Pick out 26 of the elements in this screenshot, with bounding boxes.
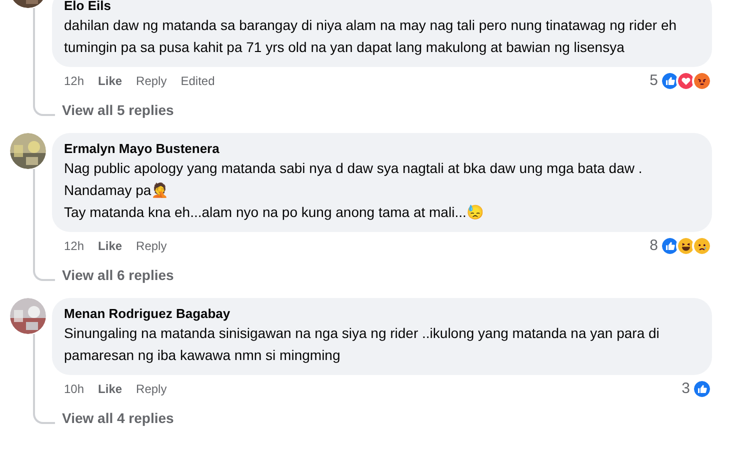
thumbs-up-icon	[692, 379, 712, 399]
author-name[interactable]: Ermalyn Mayo Bustenera	[64, 141, 220, 157]
reply-link[interactable]: Reply	[136, 72, 167, 90]
view-replies-link[interactable]: View all 6 replies	[62, 264, 174, 286]
author-name[interactable]: Menan Rodriguez Bagabay	[64, 306, 230, 322]
view-replies-link[interactable]: View all 5 replies	[62, 100, 174, 120]
comment-time[interactable]: 10h	[64, 380, 84, 398]
comment-time[interactable]: 12h	[64, 237, 84, 255]
reply-link[interactable]: Reply	[136, 380, 167, 398]
reaction-count[interactable]: 5	[650, 70, 658, 92]
reaction-count[interactable]: 8	[650, 234, 658, 258]
comment-text: Sinungaling na matanda sinisigawan na nga siya ng rider ..ikulong yang matanda na yan para di pamaresan ng iba kawawa nmn si mingming	[64, 324, 660, 365]
angry-face-icon	[692, 71, 712, 91]
comment-text: Tay matanda kna eh...alam nyo na po kung anong tama at mali...😓	[64, 203, 484, 222]
reply-link[interactable]: Reply	[136, 237, 167, 255]
like-link[interactable]: Like	[98, 237, 122, 255]
reaction-count[interactable]: 3	[682, 378, 690, 400]
sad-face-icon	[692, 236, 712, 256]
comment-time[interactable]: 12h	[64, 72, 84, 90]
comment-text: Nag public apology yang matanda sabi nya d daw sya nagtali at bka daw ung mga bata daw . Nandamay pa🤦	[64, 159, 644, 200]
like-link[interactable]: Like	[98, 380, 122, 398]
author-name[interactable]: Elo Eils	[64, 0, 111, 14]
view-replies-link[interactable]: View all 4 replies	[62, 408, 174, 428]
edited-label: Edited	[180, 73, 215, 90]
comment-text: dahilan daw ng matanda sa barangay di niya alam na may nag tali pero nung tinatawag ng rider eh tumingin pa sa pusa kahit pa 71 yrs old na yan dapat lang makulong at bawian ng lisensya	[64, 16, 678, 57]
like-link[interactable]: Like	[98, 72, 122, 90]
